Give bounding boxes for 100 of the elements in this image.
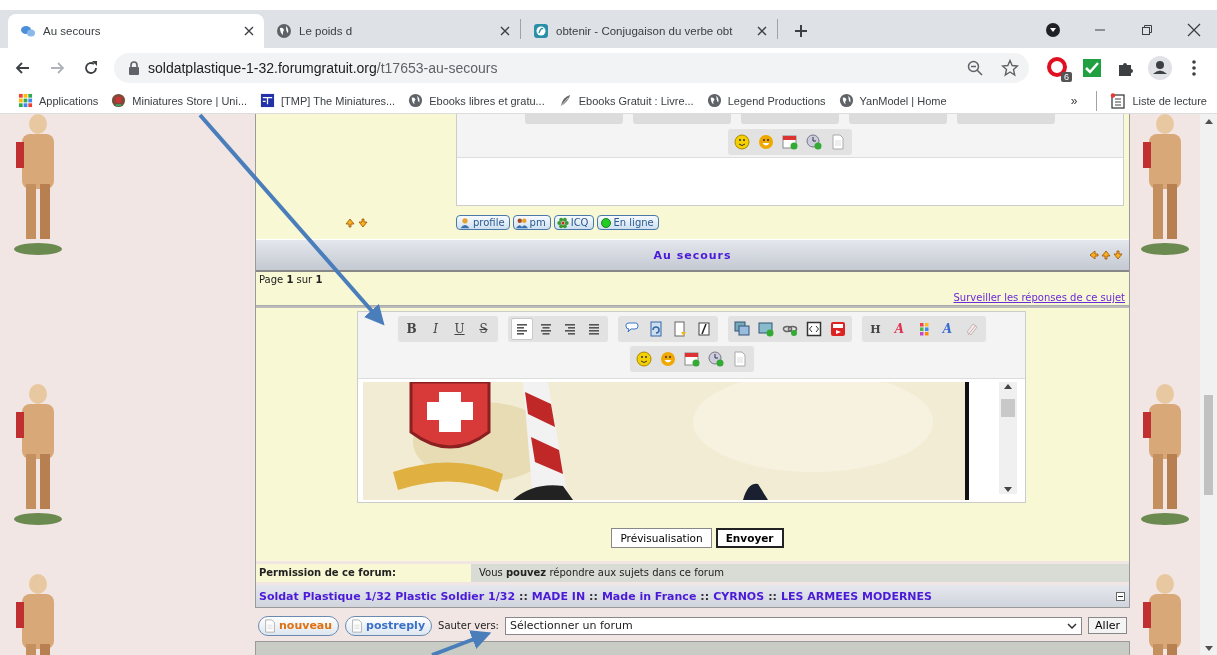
address-bar[interactable]: soldatplastique-1-32.forumgratuit.org/t17653-au-secours — [114, 53, 1029, 83]
bookmark-item[interactable]: Applications — [18, 93, 99, 108]
left-arrow-icon — [1089, 250, 1099, 260]
scroll-thumb[interactable] — [1001, 399, 1015, 417]
smiley-button[interactable] — [731, 131, 753, 153]
scroll-up-icon[interactable] — [1003, 382, 1013, 390]
star-icon[interactable] — [1001, 59, 1019, 77]
new-tab-icon[interactable] — [794, 24, 808, 38]
profile-link-button[interactable]: profile — [456, 215, 510, 230]
close-icon[interactable] — [757, 26, 767, 36]
scroll-up-icon[interactable] — [1204, 118, 1213, 124]
breadcrumb-link[interactable]: LES ARMEES MODERNES — [780, 589, 932, 603]
breadcrumb-separator: :: — [700, 589, 710, 603]
dropdown-caret-icon — [1067, 622, 1078, 629]
down-arrow-icon — [357, 217, 368, 228]
scrollbar[interactable] — [999, 382, 1017, 494]
scroll-down-icon[interactable] — [1003, 486, 1013, 494]
profile-link-button[interactable]: ICQ — [553, 215, 594, 230]
page-icon — [350, 618, 365, 633]
document-icon — [671, 321, 688, 337]
bookmark-item[interactable]: [TMP] The Miniatures... — [260, 93, 396, 108]
breadcrumb-separator: :: — [768, 589, 777, 603]
video-icon — [829, 321, 846, 337]
permission-label: Permission de ce forum: — [256, 564, 471, 582]
browser-tab[interactable]: Au secours — [8, 14, 264, 48]
smiley-icon — [635, 351, 652, 367]
bookmark-item[interactable]: YanModel | Home — [838, 93, 947, 108]
bookmark-item[interactable]: Ebooks Gratuit : Livre... — [557, 93, 694, 108]
globe-icon — [706, 93, 722, 108]
grin-icon — [758, 134, 774, 150]
restore-icon[interactable] — [1140, 24, 1153, 36]
badge-count: 6 — [1061, 72, 1072, 82]
scroll-thumb[interactable] — [1204, 395, 1213, 495]
go-button[interactable]: Aller — [1088, 617, 1127, 634]
calendar-icon — [782, 134, 798, 150]
document-refresh-icon — [647, 321, 664, 337]
extension-button[interactable]: 6 — [1043, 53, 1073, 83]
apps-grid-icon — [18, 93, 33, 108]
clock-icon — [806, 134, 822, 150]
bookmark-item[interactable]: Miniatures Store | Uni... — [111, 93, 248, 108]
logo-icon — [260, 93, 276, 108]
italic-button[interactable]: I — [424, 318, 447, 340]
bookmark-item[interactable]: Legend Productions — [706, 93, 826, 108]
breadcrumb-link[interactable]: MADE IN — [531, 589, 586, 603]
reading-list-icon — [1110, 92, 1127, 109]
forum-select[interactable]: Sélectionner un forum — [505, 616, 1083, 635]
globe-icon — [408, 93, 424, 108]
page-scrollbar[interactable] — [1200, 114, 1217, 655]
reload-icon[interactable] — [83, 60, 99, 76]
crest-icon — [111, 93, 127, 108]
heading-button[interactable]: H — [864, 318, 887, 340]
user-icon — [459, 216, 471, 229]
page-icon — [731, 351, 748, 367]
page-icon — [263, 618, 277, 633]
collapse-icon[interactable] — [1116, 591, 1125, 601]
avatar-icon[interactable] — [1145, 53, 1175, 83]
underline-button[interactable]: U — [448, 318, 471, 340]
zoom-out-icon[interactable] — [967, 60, 983, 76]
images-icon — [733, 321, 750, 337]
browser-tab[interactable]: Le poids d — [264, 14, 520, 48]
breadcrumb-link[interactable]: Soldat Plastique 1/32 Plastic Soldier 1/32 — [259, 589, 516, 603]
close-icon[interactable] — [1186, 23, 1201, 37]
font-face-button[interactable]: A — [936, 318, 959, 340]
flower-icon — [556, 216, 569, 229]
close-icon[interactable] — [244, 26, 254, 36]
more-bookmarks[interactable]: » — [1064, 93, 1084, 108]
code-icon — [805, 321, 822, 337]
globe-icon — [838, 93, 854, 108]
close-icon[interactable] — [500, 26, 510, 36]
grin-icon — [659, 351, 676, 367]
url-text: soldatplastique-1-32.forumgratuit.org/t17653-au-secours — [148, 60, 498, 76]
permission-text: Vous pouvez répondre aux sujets dans ce forum — [471, 564, 1129, 582]
bookmark-item[interactable]: Ebooks libres et gratu... — [408, 93, 545, 108]
annotation-arrow — [431, 630, 492, 655]
smiley-icon — [734, 134, 750, 150]
bold-button[interactable]: B — [400, 318, 423, 340]
strike-button[interactable]: S — [472, 318, 495, 340]
lock-icon — [128, 61, 140, 75]
jump-label: Sauter vers: — [438, 620, 499, 631]
calendar-icon — [683, 351, 700, 367]
users-icon — [515, 216, 528, 229]
browser-tab[interactable]: obtenir - Conjugaison du verbe obt — [521, 14, 777, 48]
breadcrumb-link[interactable]: Made in France — [601, 589, 697, 603]
dictionary-icon — [533, 23, 549, 39]
align-left-button[interactable] — [510, 318, 533, 340]
breadcrumb-separator: :: — [589, 589, 598, 603]
forum-action-button[interactable]: postreply — [345, 615, 433, 636]
page-count: Page 1 sur 1 — [259, 274, 324, 285]
form-button[interactable]: Prévisualisation — [611, 528, 712, 548]
profile-link-button[interactable]: pm — [512, 215, 551, 230]
watch-topic-link[interactable]: Surveiller les réponses de ce sujet — [953, 292, 1125, 303]
scroll-down-icon[interactable] — [1204, 646, 1213, 652]
image-add-icon — [757, 321, 774, 337]
profile-dropdown-icon[interactable] — [1044, 22, 1061, 38]
globe-icon — [276, 23, 292, 39]
reading-list-button[interactable]: Liste de lecture — [1110, 92, 1207, 109]
breadcrumb-link[interactable]: CYRNOS — [713, 589, 765, 603]
form-button[interactable]: Envoyer — [715, 528, 784, 548]
profile-link-button[interactable]: En ligne — [596, 215, 659, 230]
back-arrow-icon[interactable] — [15, 60, 31, 76]
